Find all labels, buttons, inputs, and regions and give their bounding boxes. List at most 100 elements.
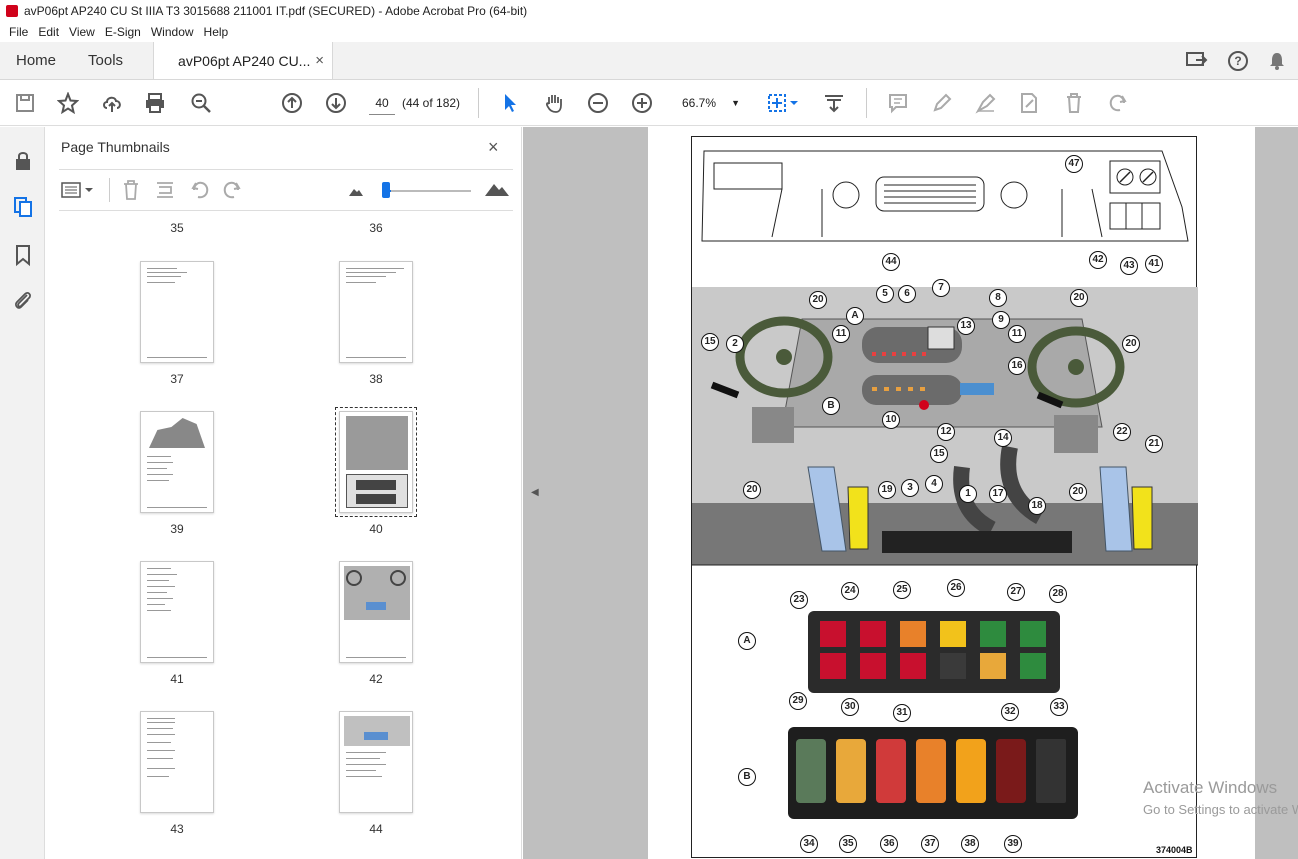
- slider-handle[interactable]: [382, 182, 390, 198]
- close-tab-button[interactable]: ×: [315, 52, 324, 69]
- bell-icon[interactable]: [1268, 51, 1286, 71]
- menu-window[interactable]: Window: [146, 25, 199, 39]
- activate-windows-watermark: Activate Windows Go to Settings to activ…: [1143, 777, 1298, 821]
- thumbnail-size-slider[interactable]: [385, 190, 471, 192]
- options-menu-icon[interactable]: [61, 180, 95, 200]
- menu-esign[interactable]: E-Sign: [100, 25, 146, 39]
- zoom-out-icon[interactable]: [586, 91, 610, 115]
- zoom-in-icon[interactable]: [630, 91, 654, 115]
- toolbar-divider: [866, 88, 867, 118]
- zoom-select[interactable]: 66.7% ▼: [674, 91, 744, 115]
- rotate-right-icon[interactable]: [221, 179, 243, 201]
- menu-help[interactable]: Help: [199, 25, 234, 39]
- previous-page-icon[interactable]: [280, 91, 304, 115]
- thumbnail-label: 44: [369, 822, 383, 836]
- highlight-pen-icon[interactable]: [930, 91, 954, 115]
- callout: 19: [878, 481, 896, 499]
- upload-cloud-icon[interactable]: [100, 91, 124, 115]
- tab-home[interactable]: Home: [0, 42, 72, 79]
- callout: 23: [790, 591, 808, 609]
- page-thumbnail-40[interactable]: [335, 407, 417, 517]
- draw-sign-icon[interactable]: [974, 91, 998, 115]
- callout: 2: [726, 335, 744, 353]
- extract-page-icon[interactable]: [155, 179, 175, 201]
- page-thumbnails-icon[interactable]: [11, 195, 35, 219]
- comment-icon[interactable]: [886, 91, 910, 115]
- bookmark-icon[interactable]: [11, 243, 35, 267]
- callout: 12: [937, 423, 955, 441]
- attachment-paperclip-icon[interactable]: [11, 289, 35, 313]
- callout: 29: [789, 692, 807, 710]
- callout: 31: [893, 704, 911, 722]
- main-toolbar: 40 (44 of 182) 66.7% ▼: [0, 80, 1298, 126]
- callout: 5: [876, 285, 894, 303]
- tab-tools[interactable]: Tools: [72, 42, 139, 79]
- tab-document[interactable]: avP06pt AP240 CU... ×: [153, 42, 334, 79]
- thumbnail-label: 42: [369, 672, 383, 686]
- callout: 16: [1008, 357, 1026, 375]
- toolbar-divider: [109, 178, 110, 202]
- bookmark-star-icon[interactable]: [56, 91, 80, 115]
- next-page-icon[interactable]: [324, 91, 348, 115]
- page-thumbnail-39[interactable]: [140, 411, 214, 513]
- hand-tool-icon[interactable]: [542, 91, 566, 115]
- lock-icon[interactable]: [11, 149, 35, 173]
- large-thumbnail-mountain-icon: [485, 184, 509, 196]
- thumbnail-label: 41: [170, 672, 184, 686]
- print-icon[interactable]: [143, 91, 167, 115]
- callout: 20: [1070, 289, 1088, 307]
- window-title: avP06pt AP240 CU St IIIA T3 3015688 2110…: [24, 4, 528, 18]
- document-tab-label: avP06pt AP240 CU...: [178, 52, 311, 69]
- chevron-down-icon: ▼: [731, 98, 740, 108]
- callout: 22: [1113, 423, 1131, 441]
- menu-file[interactable]: File: [4, 25, 33, 39]
- page-thumbnail-42[interactable]: [339, 561, 413, 663]
- thumbnail-label: 36: [369, 221, 383, 235]
- page-number-input[interactable]: 40: [369, 91, 395, 115]
- callout: 27: [1007, 583, 1025, 601]
- thumbnail-label: 40: [369, 522, 383, 536]
- pdf-page: 47 44 42 43 41 20 5 6 7 8 20 A 11 13 9 1…: [648, 127, 1255, 859]
- save-icon[interactable]: [13, 91, 37, 115]
- callout: 41: [1145, 255, 1163, 273]
- callout: 13: [957, 317, 975, 335]
- callout: 32: [1001, 703, 1019, 721]
- thumbnail-label: 43: [170, 822, 184, 836]
- menu-view[interactable]: View: [64, 25, 100, 39]
- tab-bar: Home Tools avP06pt AP240 CU... × ?: [0, 42, 1298, 80]
- callout: A: [846, 307, 864, 325]
- delete-trash-icon[interactable]: [1062, 91, 1086, 115]
- callout: 20: [1069, 483, 1087, 501]
- callout: 25: [893, 581, 911, 599]
- share-screen-icon[interactable]: [1186, 51, 1208, 71]
- page-thumbnail-44[interactable]: [339, 711, 413, 813]
- toolbar-divider: [478, 88, 479, 118]
- figure-frame: 47 44 42 43 41 20 5 6 7 8 20 A 11 13 9 1…: [691, 136, 1198, 858]
- callout: 20: [809, 291, 827, 309]
- page-thumbnail-38[interactable]: [339, 261, 413, 363]
- page-thumbnail-43[interactable]: [140, 711, 214, 813]
- delete-page-icon[interactable]: [121, 179, 141, 201]
- redo-icon[interactable]: [1106, 91, 1130, 115]
- page-fit-icon[interactable]: [766, 91, 800, 115]
- menu-edit[interactable]: Edit: [33, 25, 64, 39]
- edit-pdf-icon[interactable]: [1017, 91, 1041, 115]
- callout: 20: [743, 481, 761, 499]
- page-thumbnail-41[interactable]: [140, 561, 214, 663]
- callout: 17: [989, 485, 1007, 503]
- collapse-panel-arrow-icon[interactable]: ◀: [531, 487, 539, 498]
- callout: 30: [841, 698, 859, 716]
- page-thumbnail-37[interactable]: [140, 261, 214, 363]
- thumbnail-label: 35: [170, 221, 184, 235]
- scroll-mode-icon[interactable]: [822, 91, 846, 115]
- zoom-search-icon[interactable]: [189, 91, 213, 115]
- select-cursor-icon[interactable]: [498, 91, 522, 115]
- callout: 38: [961, 835, 979, 853]
- callout: 9: [992, 311, 1010, 329]
- callout: 42: [1089, 251, 1107, 269]
- callout: 20: [1122, 335, 1140, 353]
- rotate-left-icon[interactable]: [189, 179, 211, 201]
- document-viewport[interactable]: ◀ 47 44 42 43 41 20 5 6 7 8 20 A 11 13 9…: [523, 127, 1298, 859]
- help-icon[interactable]: ?: [1228, 50, 1248, 71]
- close-panel-button[interactable]: ×: [488, 137, 499, 158]
